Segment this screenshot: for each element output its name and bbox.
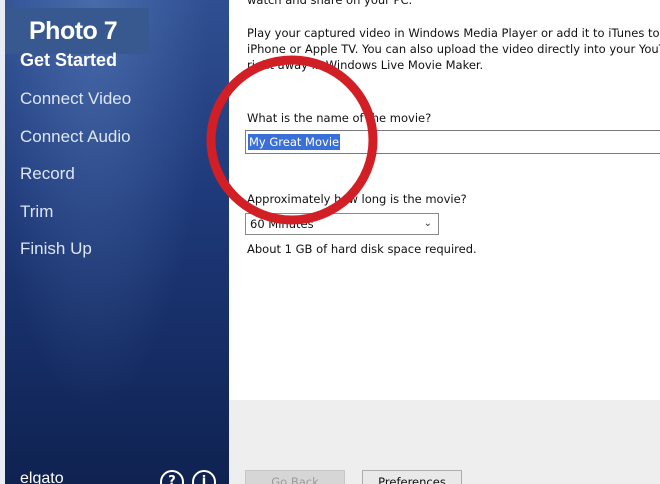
movie-name-input[interactable]: My Great Movie [245,130,660,154]
sidebar-item-trim[interactable]: Trim [20,202,53,222]
movie-length-value: 60 Minutes [250,217,314,231]
movie-length-select[interactable]: 60 Minutes ⌄ [245,213,439,235]
elgato-logo: elgato [20,470,64,484]
photo-caption-label: Photo 7 [5,8,149,54]
sidebar-item-connect-video[interactable]: Connect Video [20,89,131,109]
chevron-down-icon: ⌄ [423,218,432,229]
intro-line-2a: Play your captured video in Windows Medi… [247,26,660,40]
sidebar-item-get-started[interactable]: Get Started [20,50,117,71]
movie-name-label: What is the name of the movie? [247,111,432,125]
main-content: watch and share on your PC. Play your ca… [229,0,660,484]
preferences-button[interactable]: Preferences [362,470,462,484]
movie-name-value: My Great Movie [248,134,341,150]
sidebar-item-finish-up[interactable]: Finish Up [20,239,92,259]
intro-line-1: watch and share on your PC. [247,0,413,7]
disk-space-note: About 1 GB of hard disk space required. [247,242,477,256]
movie-length-label: Approximately how long is the movie? [247,192,467,206]
app-window: Photo 7 Get Started Connect Video Connec… [0,0,660,484]
intro-line-2b: iPhone or Apple TV. You can also upload … [247,42,660,56]
sidebar-item-connect-audio[interactable]: Connect Audio [20,127,131,147]
go-back-button[interactable]: Go Back [245,470,345,484]
intro-paragraph: Play your captured video in Windows Medi… [247,25,660,73]
intro-line-2c: right away in Windows Live Movie Maker. [247,58,484,72]
sidebar-item-record[interactable]: Record [20,164,75,184]
